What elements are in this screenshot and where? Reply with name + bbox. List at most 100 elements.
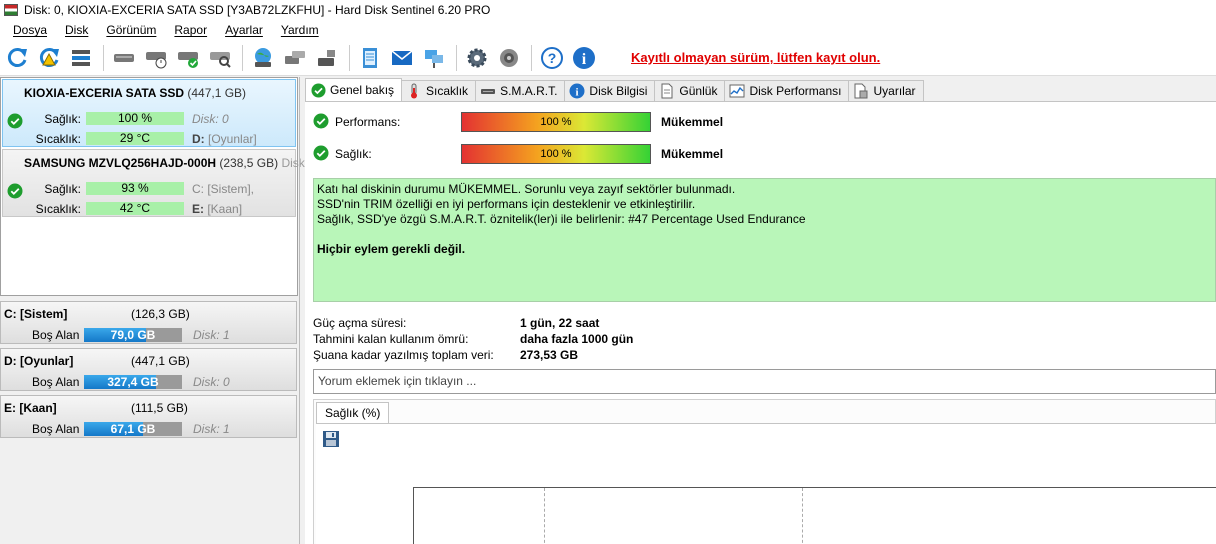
notepad-icon [363, 47, 377, 68]
tab-temperature[interactable]: Sıcaklık [401, 80, 477, 101]
preferences-button[interactable] [462, 43, 492, 73]
menu-report[interactable]: Rapor [165, 23, 216, 37]
performance-label: Performans: [335, 115, 401, 129]
tab-alerts[interactable]: Uyarılar [848, 80, 924, 101]
register-link[interactable]: Kayıtlı olmayan sürüm, lütfen kayıt olun… [631, 50, 880, 65]
partition-name: E: [Kaan] [4, 401, 57, 415]
disk-item-samsung[interactable]: SAMSUNG MZVLQ256HAJD-000H (238,5 GB) Dis… [2, 149, 305, 217]
tab-disk-performance[interactable]: Disk Performansı [724, 80, 850, 101]
partition-item-c[interactable]: C: [Sistem] (126,3 GB) Boş Alan 79,0 GB … [0, 301, 297, 344]
tab-label: Sıcaklık [426, 84, 469, 98]
performance-chart-icon [729, 83, 745, 99]
status-action: Hiçbir eylem gerekli değil. [317, 242, 466, 256]
online-button[interactable] [248, 43, 278, 73]
partition-item-e[interactable]: E: [Kaan] (111,5 GB) Boş Alan 67,1 GB Di… [0, 395, 297, 438]
help-button[interactable]: ? [537, 43, 567, 73]
help-icon: ? [541, 46, 563, 69]
info-icon: i [573, 46, 595, 69]
info-icon: i [569, 83, 585, 99]
disk-schedule-button[interactable] [141, 43, 171, 73]
free-space-value: 67,1 GB [110, 422, 156, 436]
refresh-warning-icon [39, 47, 59, 67]
disk-number: Disk: 0 [192, 112, 229, 126]
tab-label: Disk Bilgisi [589, 84, 648, 98]
report-button[interactable] [355, 43, 385, 73]
disk-item-kioxia[interactable]: KIOXIA-EXCERIA SATA SSD (447,1 GB) Sağlı… [2, 79, 296, 147]
tab-health-chart[interactable]: Sağlık (%) [316, 402, 390, 423]
window-title: Disk: 0, KIOXIA-EXCERIA SATA SSD [Y3AB72… [24, 3, 491, 17]
menu-settings[interactable]: Ayarlar [216, 23, 272, 37]
log-icon [659, 83, 675, 99]
disk-size: (447,1 GB) [187, 86, 247, 100]
tab-label: Uyarılar [873, 84, 916, 98]
chart-gridline [544, 488, 545, 544]
temperature-label: Sıcaklık: [35, 202, 81, 216]
health-value: 93 % [86, 182, 184, 195]
performance-meter: 100 % [461, 112, 651, 132]
check-circle-icon [7, 113, 23, 132]
disk-list-button[interactable] [66, 43, 96, 73]
check-circle-icon [313, 113, 329, 132]
smart-icon [480, 83, 496, 99]
health-status: Mükemmel [661, 147, 724, 161]
disk-name: KIOXIA-EXCERIA SATA SSD [24, 86, 185, 100]
tab-overview[interactable]: Genel bakış [305, 78, 403, 101]
panel-splitter[interactable] [299, 77, 300, 544]
toolbar: ? i Kayıtlı olmayan sürüm, lütfen kayıt … [0, 40, 1216, 76]
refresh-all-button[interactable] [34, 43, 64, 73]
menu-view[interactable]: Görünüm [97, 23, 165, 37]
partition-disk: Disk: 1 [193, 328, 230, 342]
comment-input[interactable]: Yorum eklemek için tıklayın ... [313, 369, 1216, 394]
health-label: Sağlık: [44, 182, 81, 196]
free-space-bar: 67,1 GB [84, 422, 182, 436]
tab-label: Günlük [679, 84, 718, 98]
partition-size: (111,5 GB) [131, 401, 188, 415]
menu-help[interactable]: Yardım [272, 23, 328, 37]
disk-arrow-icon [318, 49, 335, 66]
stat-label: Güç açma süresi: [313, 316, 407, 330]
partition-item-d[interactable]: D: [Oyunlar] (447,1 GB) Boş Alan 327,4 G… [0, 348, 297, 391]
stat-power-on: Güç açma süresi: 1 gün, 22 saat [313, 315, 633, 331]
stat-value: daha fazla 1000 gün [520, 332, 634, 346]
svg-text:i: i [582, 51, 587, 68]
disk-title: SAMSUNG MZVLQ256HAJD-000H (238,5 GB) Dis… [24, 156, 305, 170]
disk-title: KIOXIA-EXCERIA SATA SSD (447,1 GB) [24, 86, 246, 100]
menu-file[interactable]: Dosya [4, 23, 56, 37]
about-button[interactable]: i [569, 43, 599, 73]
transfer-button[interactable] [280, 43, 310, 73]
floppy-disk-icon [323, 431, 339, 447]
disk-check-icon [178, 51, 198, 68]
disk-search-button[interactable] [205, 43, 235, 73]
alerts-icon [853, 83, 869, 99]
partition-size: (126,3 GB) [131, 307, 190, 321]
partition-name: D: [Oyunlar] [4, 354, 74, 368]
status-description: Katı hal diskinin durumu MÜKEMMEL. Sorun… [313, 178, 1216, 302]
disk-size: (238,5 GB) [219, 156, 279, 170]
save-chart-button[interactable] [322, 430, 340, 448]
refresh-button[interactable] [2, 43, 32, 73]
disk-number: Disk [281, 156, 305, 170]
performance-value: 100 % [540, 116, 572, 128]
network-button[interactable] [419, 43, 449, 73]
temperature-value: 42 °C [86, 202, 184, 215]
sound-button[interactable] [494, 43, 524, 73]
status-line: Katı hal diskinin durumu MÜKEMMEL. Sorun… [317, 182, 736, 196]
chart-gridline [802, 488, 803, 544]
disk-copy-button[interactable] [312, 43, 342, 73]
network-icon [425, 49, 443, 68]
menu-disk[interactable]: Disk [56, 23, 97, 37]
tab-disk-info[interactable]: i Disk Bilgisi [564, 80, 656, 101]
drive-letters: E: [Kaan] [192, 202, 242, 216]
disk-button[interactable] [109, 43, 139, 73]
disk-transfer-icon [285, 50, 305, 64]
disk-search-icon [210, 51, 231, 68]
refresh-icon [7, 47, 27, 67]
disk-list: KIOXIA-EXCERIA SATA SSD (447,1 GB) Sağlı… [0, 77, 305, 296]
disk-test-button[interactable] [173, 43, 203, 73]
health-value: 100 % [86, 112, 184, 125]
health-chart-plot [413, 487, 1216, 544]
health-value: 100 % [540, 148, 572, 160]
tab-smart[interactable]: S.M.A.R.T. [475, 80, 566, 101]
tab-log[interactable]: Günlük [654, 80, 726, 101]
send-report-button[interactable] [387, 43, 417, 73]
